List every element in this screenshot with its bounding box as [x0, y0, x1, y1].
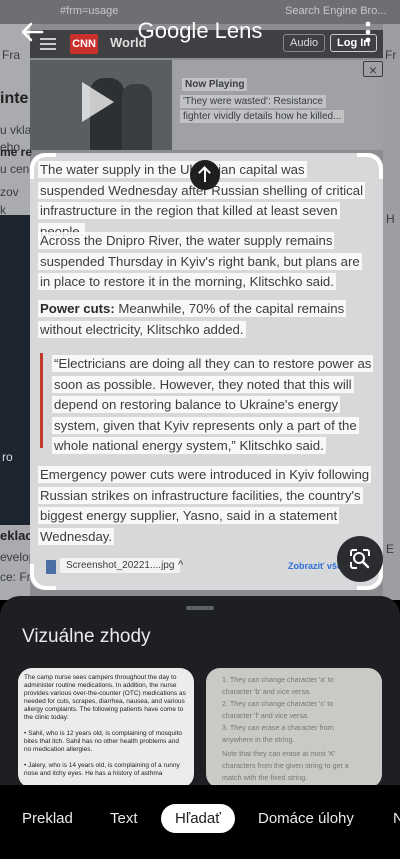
more-options-button[interactable] — [358, 18, 378, 46]
background-now-playing-label: Now Playing — [182, 78, 248, 91]
selected-paragraph[interactable]: Power cuts: Meanwhile, 70% of the capita… — [38, 299, 372, 340]
play-icon — [82, 82, 114, 122]
file-bar: Screenshot_20221....jpg ^ Zobraziť vše — [38, 553, 378, 583]
show-all-link: Zobraziť vše — [288, 561, 342, 571]
card-text-line: the clinic today: — [24, 714, 69, 721]
card-text-line: match with the fixed string. — [222, 773, 308, 782]
visual-match-card[interactable]: The camp nurse sees campers throughout t… — [18, 668, 194, 788]
quote-bar — [40, 353, 43, 448]
tab-search[interactable]: Hľadať — [161, 804, 235, 833]
card-text-line: allergy complaints. The following patien… — [24, 706, 184, 713]
card-text-line: Note that they can erase at most 'K' — [222, 749, 336, 758]
selected-paragraph[interactable]: Emergency power cuts were introduced in … — [38, 465, 372, 547]
card-text-line: bites that itch. Sahil has no other heal… — [24, 738, 180, 745]
card-text-line: characters from the given string to get … — [222, 761, 349, 770]
power-cuts-label: Power cuts: — [40, 301, 115, 316]
lens-search-icon — [350, 549, 370, 569]
chevron-up-icon: ^ — [178, 559, 184, 571]
card-text-line: character 'f' and vice versa. — [222, 711, 310, 720]
bg-fragment: inte — [0, 90, 29, 107]
sheet-drag-handle[interactable] — [186, 606, 214, 610]
more-vert-icon — [365, 21, 371, 43]
card-text-line: provides various over-the-counter (OTC) … — [24, 690, 186, 697]
tab-text[interactable]: Text — [110, 810, 138, 827]
selected-paragraph[interactable]: Across the Dnipro River, the water suppl… — [38, 231, 372, 293]
card-text-line: 2. They can change character 'c' to — [222, 699, 334, 708]
bg-fragment: ro — [2, 450, 13, 464]
card-text-line: anywhere in the string. — [222, 735, 295, 744]
tab-homework[interactable]: Domáce úlohy — [258, 810, 354, 827]
bg-fragment: u vkla — [0, 123, 32, 137]
file-name: Screenshot_20221....jpg — [60, 558, 181, 573]
card-text-line: • Sahil, who is 12 years old, is complai… — [24, 730, 182, 737]
arrow-up-icon[interactable] — [190, 160, 220, 190]
crop-handle-top-left[interactable] — [30, 153, 56, 179]
selected-quote[interactable]: “Electricians are doing all they can to … — [52, 354, 374, 457]
bg-fragment: E — [386, 542, 395, 556]
visual-match-card[interactable]: 1. They can change character 'a' to char… — [206, 668, 382, 788]
bg-fragment: Fr — [385, 48, 397, 62]
card-text-line: character 'b' and vice versa. — [222, 687, 312, 696]
card-text-line: • Jalery, who is 14 years old, is compla… — [24, 762, 180, 769]
background-search-fragment: Search Engine Bro... — [285, 5, 387, 17]
background-right-column — [383, 24, 400, 600]
card-text-line: needed for cuts, scrapes, diarrhea, naus… — [24, 698, 185, 705]
card-text-line: no medication allergies. — [24, 746, 93, 753]
tab-translate[interactable]: Preklad — [22, 810, 73, 827]
background-close-icon: × — [363, 61, 383, 78]
bg-fragment: H — [386, 212, 395, 226]
bg-fragment: ce: Fr — [0, 570, 31, 584]
sheet-title: Vizuálne zhody — [22, 626, 151, 647]
bg-fragment: Fra — [2, 48, 20, 62]
bg-fragment: u cen — [0, 162, 30, 176]
background-video-thumbnail — [30, 60, 172, 150]
card-text-line: administer routine medications. In addit… — [24, 682, 177, 689]
bg-fragment: zov — [0, 185, 19, 199]
card-text-line: The camp nurse sees campers throughout t… — [24, 674, 177, 681]
bg-fragment: eklac — [0, 528, 33, 543]
tab-next[interactable]: N — [393, 810, 400, 827]
card-text-line: 1. They can change character 'a' to — [222, 675, 334, 684]
background-url-fragment: #frm=usage — [60, 5, 119, 17]
lens-search-button[interactable] — [337, 536, 383, 582]
bg-fragment: me re — [0, 145, 33, 159]
background-now-playing-line: fighter vividly details how he killed... — [180, 110, 345, 123]
card-text-line: 3. They can erase a character from — [222, 723, 334, 732]
background-dark-photo — [0, 215, 30, 525]
app-title: Google Lens — [137, 18, 263, 43]
card-text-line: nose and itchy eyes. He has a history of… — [24, 770, 163, 777]
background-now-playing-line: 'They were wasted': Resistance — [180, 95, 326, 108]
bg-fragment: k — [0, 203, 6, 217]
